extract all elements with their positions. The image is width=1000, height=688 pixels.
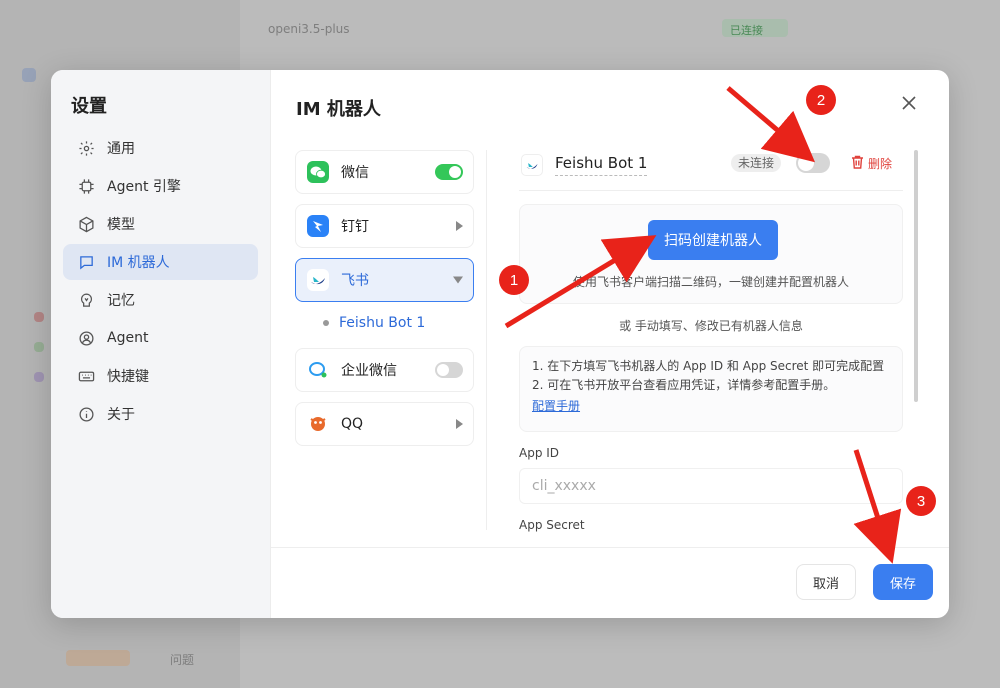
info-card: 1. 在下方填写飞书机器人的 App ID 和 App Secret 即可完成配…: [519, 346, 903, 432]
collapse-icon[interactable]: [453, 276, 463, 284]
panel-divider: [486, 150, 487, 530]
delete-label: 删除: [868, 157, 893, 171]
footer-divider: [271, 547, 949, 548]
wechat-toggle[interactable]: [435, 164, 463, 180]
app-id-input[interactable]: [519, 468, 903, 504]
nav-item-agent[interactable]: Agent: [63, 320, 258, 356]
platform-label: 钉钉: [341, 219, 369, 235]
trash-icon: [851, 155, 864, 172]
expand-icon[interactable]: [456, 221, 463, 231]
info-line: 1. 在下方填写飞书机器人的 App ID 和 App Secret 即可完成配…: [532, 359, 885, 373]
scan-hint: 使用飞书客户端扫描二维码，一键创建并配置机器人: [572, 275, 849, 289]
scrollbar[interactable]: [914, 150, 918, 402]
close-button[interactable]: [899, 94, 919, 114]
nav-item-im-bot[interactable]: IM 机器人: [63, 244, 258, 280]
platform-dingtalk[interactable]: 钉钉: [295, 204, 474, 248]
sub-bot-label: Feishu Bot 1: [339, 315, 426, 331]
expand-icon[interactable]: [456, 419, 463, 429]
sub-bot-feishu-bot-1[interactable]: Feishu Bot 1: [323, 315, 425, 331]
scan-card: 扫码创建机器人 使用飞书客户端扫描二维码，一键创建并配置机器人: [519, 204, 903, 304]
platform-label: 飞书: [341, 273, 369, 289]
qq-icon: [307, 413, 329, 435]
memory-icon: [77, 291, 95, 309]
dingtalk-icon: [307, 215, 329, 237]
nav-item-label: 记忆: [107, 293, 135, 309]
nav-item-shortcuts[interactable]: 快捷键: [63, 358, 258, 394]
nav-item-memory[interactable]: 记忆: [63, 282, 258, 318]
delete-button[interactable]: 删除: [851, 155, 892, 172]
toggle-knob: [449, 166, 461, 178]
save-button[interactable]: 保存: [873, 564, 933, 600]
page-title: IM 机器人: [296, 99, 381, 120]
bot-header: Feishu Bot 1 未连接 删除: [519, 150, 903, 190]
wecom-icon: [307, 359, 329, 381]
nav-item-label: 通用: [107, 141, 135, 157]
info-line: 2. 可在飞书开放平台查看应用凭证，详情参考配置手册。: [532, 378, 836, 392]
feishu-icon: [521, 154, 543, 176]
nav-item-label: Agent: [107, 330, 149, 346]
scan-create-bot-button[interactable]: 扫码创建机器人: [648, 220, 778, 260]
nav-item-label: 关于: [107, 407, 135, 423]
platform-feishu[interactable]: 飞书: [295, 258, 474, 302]
settings-title: 设置: [71, 96, 107, 117]
or-divider-text: 或 手动填写、修改已有机器人信息: [619, 319, 803, 333]
nav-item-label: Agent 引擎: [107, 179, 181, 195]
chat-icon: [77, 253, 95, 271]
toggle-knob: [437, 364, 449, 376]
header-divider: [519, 190, 903, 191]
nav-item-model[interactable]: 模型: [63, 206, 258, 242]
annotation-marker-1: 1: [499, 265, 529, 295]
agent-icon: [77, 329, 95, 347]
bot-enable-toggle[interactable]: [796, 153, 830, 173]
bot-name-field[interactable]: Feishu Bot 1: [555, 154, 648, 176]
platform-wecom[interactable]: 企业微信: [295, 348, 474, 392]
annotation-marker-2: 2: [806, 85, 836, 115]
gear-icon: [77, 139, 95, 157]
cube-icon: [77, 215, 95, 233]
status-badge: 未连接: [731, 154, 782, 172]
wecom-toggle[interactable]: [435, 362, 463, 378]
platform-label: QQ: [341, 416, 364, 432]
nav-item-label: IM 机器人: [107, 255, 170, 271]
platform-wechat[interactable]: 微信: [295, 150, 474, 194]
app-secret-label: App Secret: [519, 518, 585, 532]
keyboard-icon: [77, 367, 95, 385]
manual-link[interactable]: 配置手册: [532, 397, 580, 416]
platform-qq[interactable]: QQ: [295, 402, 474, 446]
feishu-icon: [307, 269, 329, 291]
settings-sidebar: 设置 通用 Agent 引擎 模型 IM 机器人 记忆 Agent 快捷键 关于: [51, 70, 271, 618]
settings-modal: 设置 通用 Agent 引擎 模型 IM 机器人 记忆 Agent 快捷键 关于…: [51, 70, 949, 618]
wechat-icon: [307, 161, 329, 183]
bullet-dot: [323, 320, 329, 326]
close-icon: [902, 95, 916, 114]
info-icon: [77, 405, 95, 423]
platform-label: 企业微信: [341, 363, 397, 379]
nav-item-agent-engine[interactable]: Agent 引擎: [63, 168, 258, 204]
nav-item-label: 模型: [107, 217, 135, 233]
nav-item-about[interactable]: 关于: [63, 396, 258, 432]
nav-item-general[interactable]: 通用: [63, 130, 258, 166]
nav-item-label: 快捷键: [107, 369, 149, 385]
app-id-label: App ID: [519, 446, 560, 460]
cancel-button[interactable]: 取消: [796, 564, 856, 600]
platform-label: 微信: [341, 165, 369, 181]
toggle-knob: [798, 155, 814, 171]
annotation-marker-3: 3: [906, 486, 936, 516]
chip-icon: [77, 177, 95, 195]
